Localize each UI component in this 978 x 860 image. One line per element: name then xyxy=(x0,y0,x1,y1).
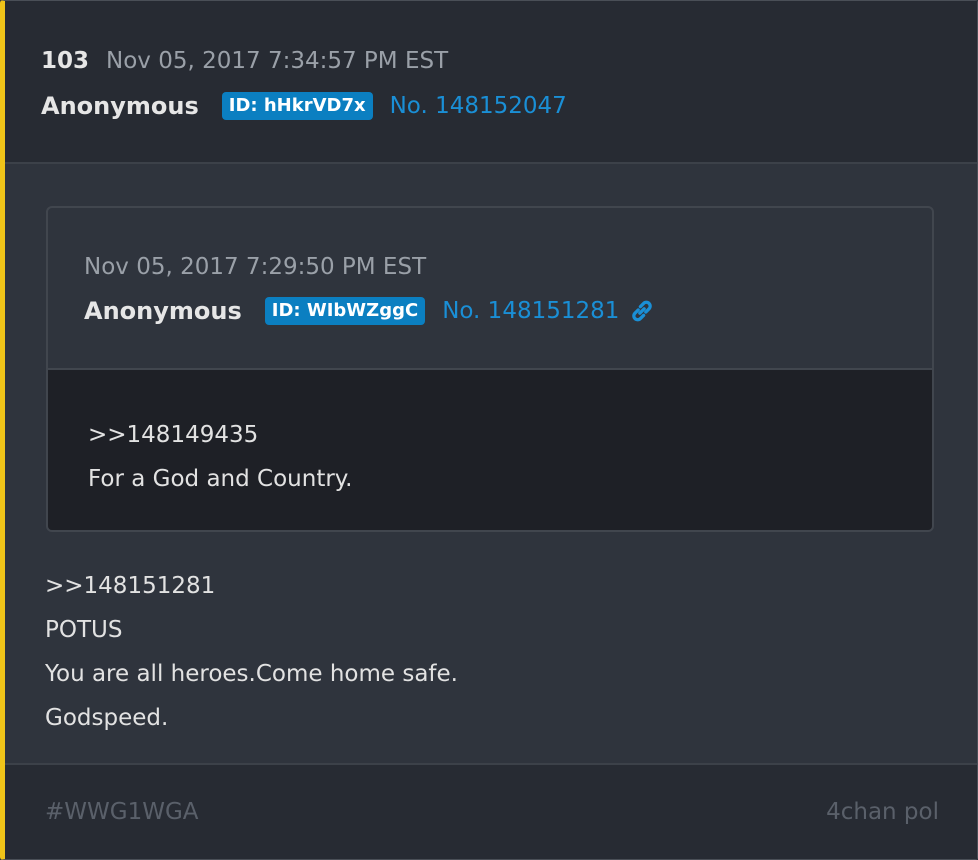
quoted-post-header: Nov 05, 2017 7:29:50 PM EST Anonymous ID… xyxy=(48,208,932,370)
post-reply-reference[interactable]: >>148151281 xyxy=(45,573,215,599)
post-card: 103 Nov 05, 2017 7:34:57 PM EST Anonymou… xyxy=(0,0,978,860)
post-author-row: Anonymous ID: hHkrVD7x No. 148152047 xyxy=(41,92,567,120)
quoted-timestamp: Nov 05, 2017 7:29:50 PM EST xyxy=(84,254,427,280)
hashtag-link[interactable]: #WWG1WGA xyxy=(45,799,199,825)
source-label: 4chan pol xyxy=(826,799,939,825)
quoted-text-line: For a God and Country. xyxy=(88,466,353,492)
post-header: 103 Nov 05, 2017 7:34:57 PM EST Anonymou… xyxy=(5,1,977,164)
post-text-line: You are all heroes.Come home safe. xyxy=(45,661,458,687)
post-footer: #WWG1WGA 4chan pol xyxy=(5,763,977,859)
post-text-line: Godspeed. xyxy=(45,705,169,731)
quoted-author-row: Anonymous ID: WIbWZggC No. 148151281 xyxy=(84,297,655,325)
quoted-meta-row: Nov 05, 2017 7:29:50 PM EST xyxy=(84,254,426,280)
post-number-link[interactable]: No. 148152047 xyxy=(390,93,567,119)
post-timestamp: Nov 05, 2017 7:34:57 PM EST xyxy=(106,48,449,74)
link-icon[interactable] xyxy=(629,298,655,324)
post-text-line: POTUS xyxy=(45,617,123,643)
quoted-post-body: >>148149435 For a God and Country. xyxy=(48,370,932,530)
quoted-author: Anonymous xyxy=(84,297,242,325)
post-author: Anonymous xyxy=(41,92,199,120)
quoted-number-link[interactable]: No. 148151281 xyxy=(442,298,619,324)
post-id-badge[interactable]: ID: hHkrVD7x xyxy=(221,92,373,120)
quoted-post: Nov 05, 2017 7:29:50 PM EST Anonymous ID… xyxy=(46,206,934,532)
post-meta-row: 103 Nov 05, 2017 7:34:57 PM EST xyxy=(41,48,448,74)
post-number: 103 xyxy=(41,48,90,74)
quoted-reply-reference[interactable]: >>148149435 xyxy=(88,422,258,448)
quoted-id-badge[interactable]: ID: WIbWZggC xyxy=(264,297,426,325)
